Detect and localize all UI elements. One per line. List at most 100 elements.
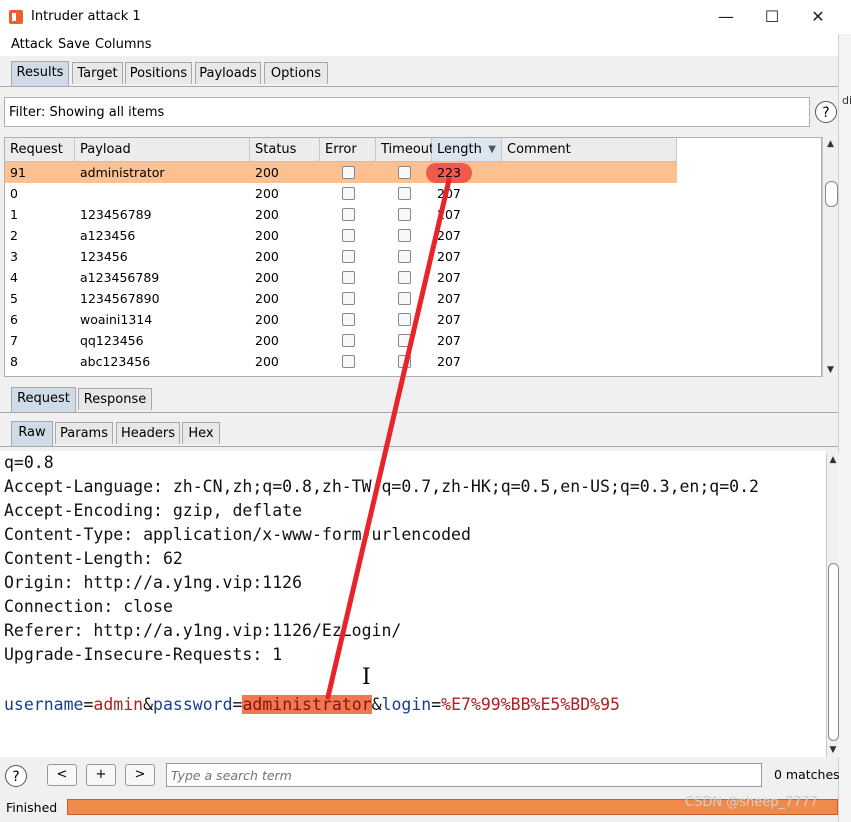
- results-table: Request Payload Status Error Timeout Len…: [4, 137, 822, 377]
- editor-scrollbar[interactable]: ▲ ▼: [826, 453, 839, 757]
- table-row[interactable]: 6 woaini1314 200 207: [5, 309, 677, 330]
- request-line: q=0.8: [4, 453, 54, 472]
- menu-save[interactable]: Save: [58, 37, 90, 52]
- cell-length: 207: [437, 333, 461, 348]
- help-icon[interactable]: ?: [815, 101, 837, 123]
- search-add-button[interactable]: +: [86, 764, 116, 786]
- timeout-checkbox[interactable]: [398, 187, 411, 200]
- search-prev-button[interactable]: <: [47, 764, 77, 786]
- timeout-checkbox[interactable]: [398, 292, 411, 305]
- tab-results[interactable]: Results: [11, 61, 69, 86]
- cell-request: 7: [10, 333, 18, 348]
- cell-payload: 123456789: [80, 207, 152, 222]
- length-highlight-value: 223: [437, 165, 461, 180]
- timeout-checkbox[interactable]: [398, 229, 411, 242]
- table-scroll-thumb[interactable]: [825, 181, 838, 207]
- error-checkbox[interactable]: [342, 355, 355, 368]
- timeout-checkbox[interactable]: [398, 355, 411, 368]
- tab-headers[interactable]: Headers: [116, 422, 180, 444]
- table-row[interactable]: 4 a123456789 200 207: [5, 267, 677, 288]
- timeout-checkbox[interactable]: [398, 208, 411, 221]
- match-count: 0 matches: [774, 767, 840, 782]
- tab-target[interactable]: Target: [72, 62, 123, 84]
- error-checkbox[interactable]: [342, 271, 355, 284]
- cell-request: 1: [10, 207, 18, 222]
- column-header-length[interactable]: Length ▼: [432, 138, 502, 161]
- search-next-button[interactable]: >: [125, 764, 155, 786]
- table-row[interactable]: 3 123456 200 207: [5, 246, 677, 267]
- column-header-length-label: Length: [437, 142, 482, 157]
- tab-hex[interactable]: Hex: [182, 422, 220, 444]
- tab-response[interactable]: Response: [78, 388, 152, 410]
- table-row[interactable]: 1 123456789 200 207: [5, 204, 677, 225]
- timeout-checkbox[interactable]: [398, 313, 411, 326]
- filter-bar[interactable]: Filter: Showing all items: [4, 97, 810, 127]
- title-bar: Intruder attack 1 — ☐ ✕: [0, 0, 851, 34]
- search-field[interactable]: [167, 764, 761, 786]
- menu-attack[interactable]: Attack: [11, 37, 53, 52]
- param-eq: =: [83, 695, 94, 714]
- search-help-icon[interactable]: ?: [5, 765, 27, 787]
- error-checkbox[interactable]: [342, 292, 355, 305]
- cell-length: 207: [437, 312, 461, 327]
- column-header-request[interactable]: Request: [5, 138, 75, 161]
- close-button[interactable]: ✕: [798, 4, 838, 30]
- cell-request: 4: [10, 270, 18, 285]
- background-text-fragment: di: [842, 94, 851, 107]
- tab-payloads[interactable]: Payloads: [195, 62, 261, 84]
- cell-status: 200: [255, 186, 279, 201]
- maximize-button[interactable]: ☐: [752, 4, 792, 30]
- tab-params[interactable]: Params: [55, 422, 113, 444]
- table-header: Request Payload Status Error Timeout Len…: [5, 138, 677, 162]
- timeout-checkbox[interactable]: [398, 271, 411, 284]
- column-header-timeout[interactable]: Timeout: [376, 138, 434, 161]
- request-line: Accept-Encoding: gzip, deflate: [4, 501, 303, 520]
- editor-scroll-down-icon[interactable]: ▼: [827, 743, 839, 757]
- timeout-checkbox[interactable]: [398, 334, 411, 347]
- column-header-payload[interactable]: Payload: [75, 138, 250, 161]
- error-checkbox[interactable]: [342, 187, 355, 200]
- status-text: Finished: [6, 800, 58, 815]
- param-value-username: admin: [93, 695, 144, 714]
- timeout-checkbox[interactable]: [398, 166, 411, 179]
- scroll-down-icon[interactable]: ▼: [823, 363, 838, 377]
- search-input[interactable]: [166, 763, 762, 787]
- cell-payload: woaini1314: [80, 312, 153, 327]
- tab-request[interactable]: Request: [11, 387, 76, 412]
- error-checkbox[interactable]: [342, 313, 355, 326]
- error-checkbox[interactable]: [342, 208, 355, 221]
- request-editor[interactable]: q=0.8 Accept-Language: zh-CN,zh;q=0.8,zh-…: [0, 451, 826, 757]
- table-row[interactable]: 5 1234567890 200 207: [5, 288, 677, 309]
- column-header-error[interactable]: Error: [320, 138, 376, 161]
- menu-columns[interactable]: Columns: [95, 37, 152, 52]
- request-line: Referer: http://a.y1ng.vip:1126/EzLogin/: [4, 621, 402, 640]
- error-checkbox[interactable]: [342, 229, 355, 242]
- cell-request: 5: [10, 291, 18, 306]
- minimize-button[interactable]: —: [706, 4, 746, 30]
- table-row[interactable]: 91 administrator 200 223: [5, 162, 677, 183]
- table-row[interactable]: 8 abc123456 200 207: [5, 351, 677, 372]
- table-row[interactable]: 2 a123456 200 207: [5, 225, 677, 246]
- table-scrollbar[interactable]: ▲ ▼: [822, 137, 838, 377]
- cell-length: 207: [437, 291, 461, 306]
- cell-request: 2: [10, 228, 18, 243]
- tab-raw[interactable]: Raw: [11, 421, 53, 446]
- editor-scroll-up-icon[interactable]: ▲: [827, 453, 839, 467]
- tab-positions[interactable]: Positions: [125, 62, 192, 84]
- tab-options[interactable]: Options: [264, 62, 328, 84]
- request-line: Accept-Language: zh-CN,zh;q=0.8,zh-TW;q=…: [4, 477, 759, 496]
- table-row[interactable]: 7 qq123456 200 207: [5, 330, 677, 351]
- main-tab-bar: Results Target Positions Payloads Option…: [0, 56, 838, 86]
- error-checkbox[interactable]: [342, 250, 355, 263]
- error-checkbox[interactable]: [342, 166, 355, 179]
- filter-text: Filter: Showing all items: [9, 105, 165, 120]
- editor-scroll-thumb[interactable]: [828, 563, 839, 741]
- error-checkbox[interactable]: [342, 334, 355, 347]
- timeout-checkbox[interactable]: [398, 250, 411, 263]
- column-header-status[interactable]: Status: [250, 138, 320, 161]
- table-row[interactable]: 0 200 207: [5, 183, 677, 204]
- cell-status: 200: [255, 354, 279, 369]
- cell-length: 207: [437, 249, 461, 264]
- column-header-comment[interactable]: Comment: [502, 138, 677, 161]
- scroll-up-icon[interactable]: ▲: [823, 137, 838, 151]
